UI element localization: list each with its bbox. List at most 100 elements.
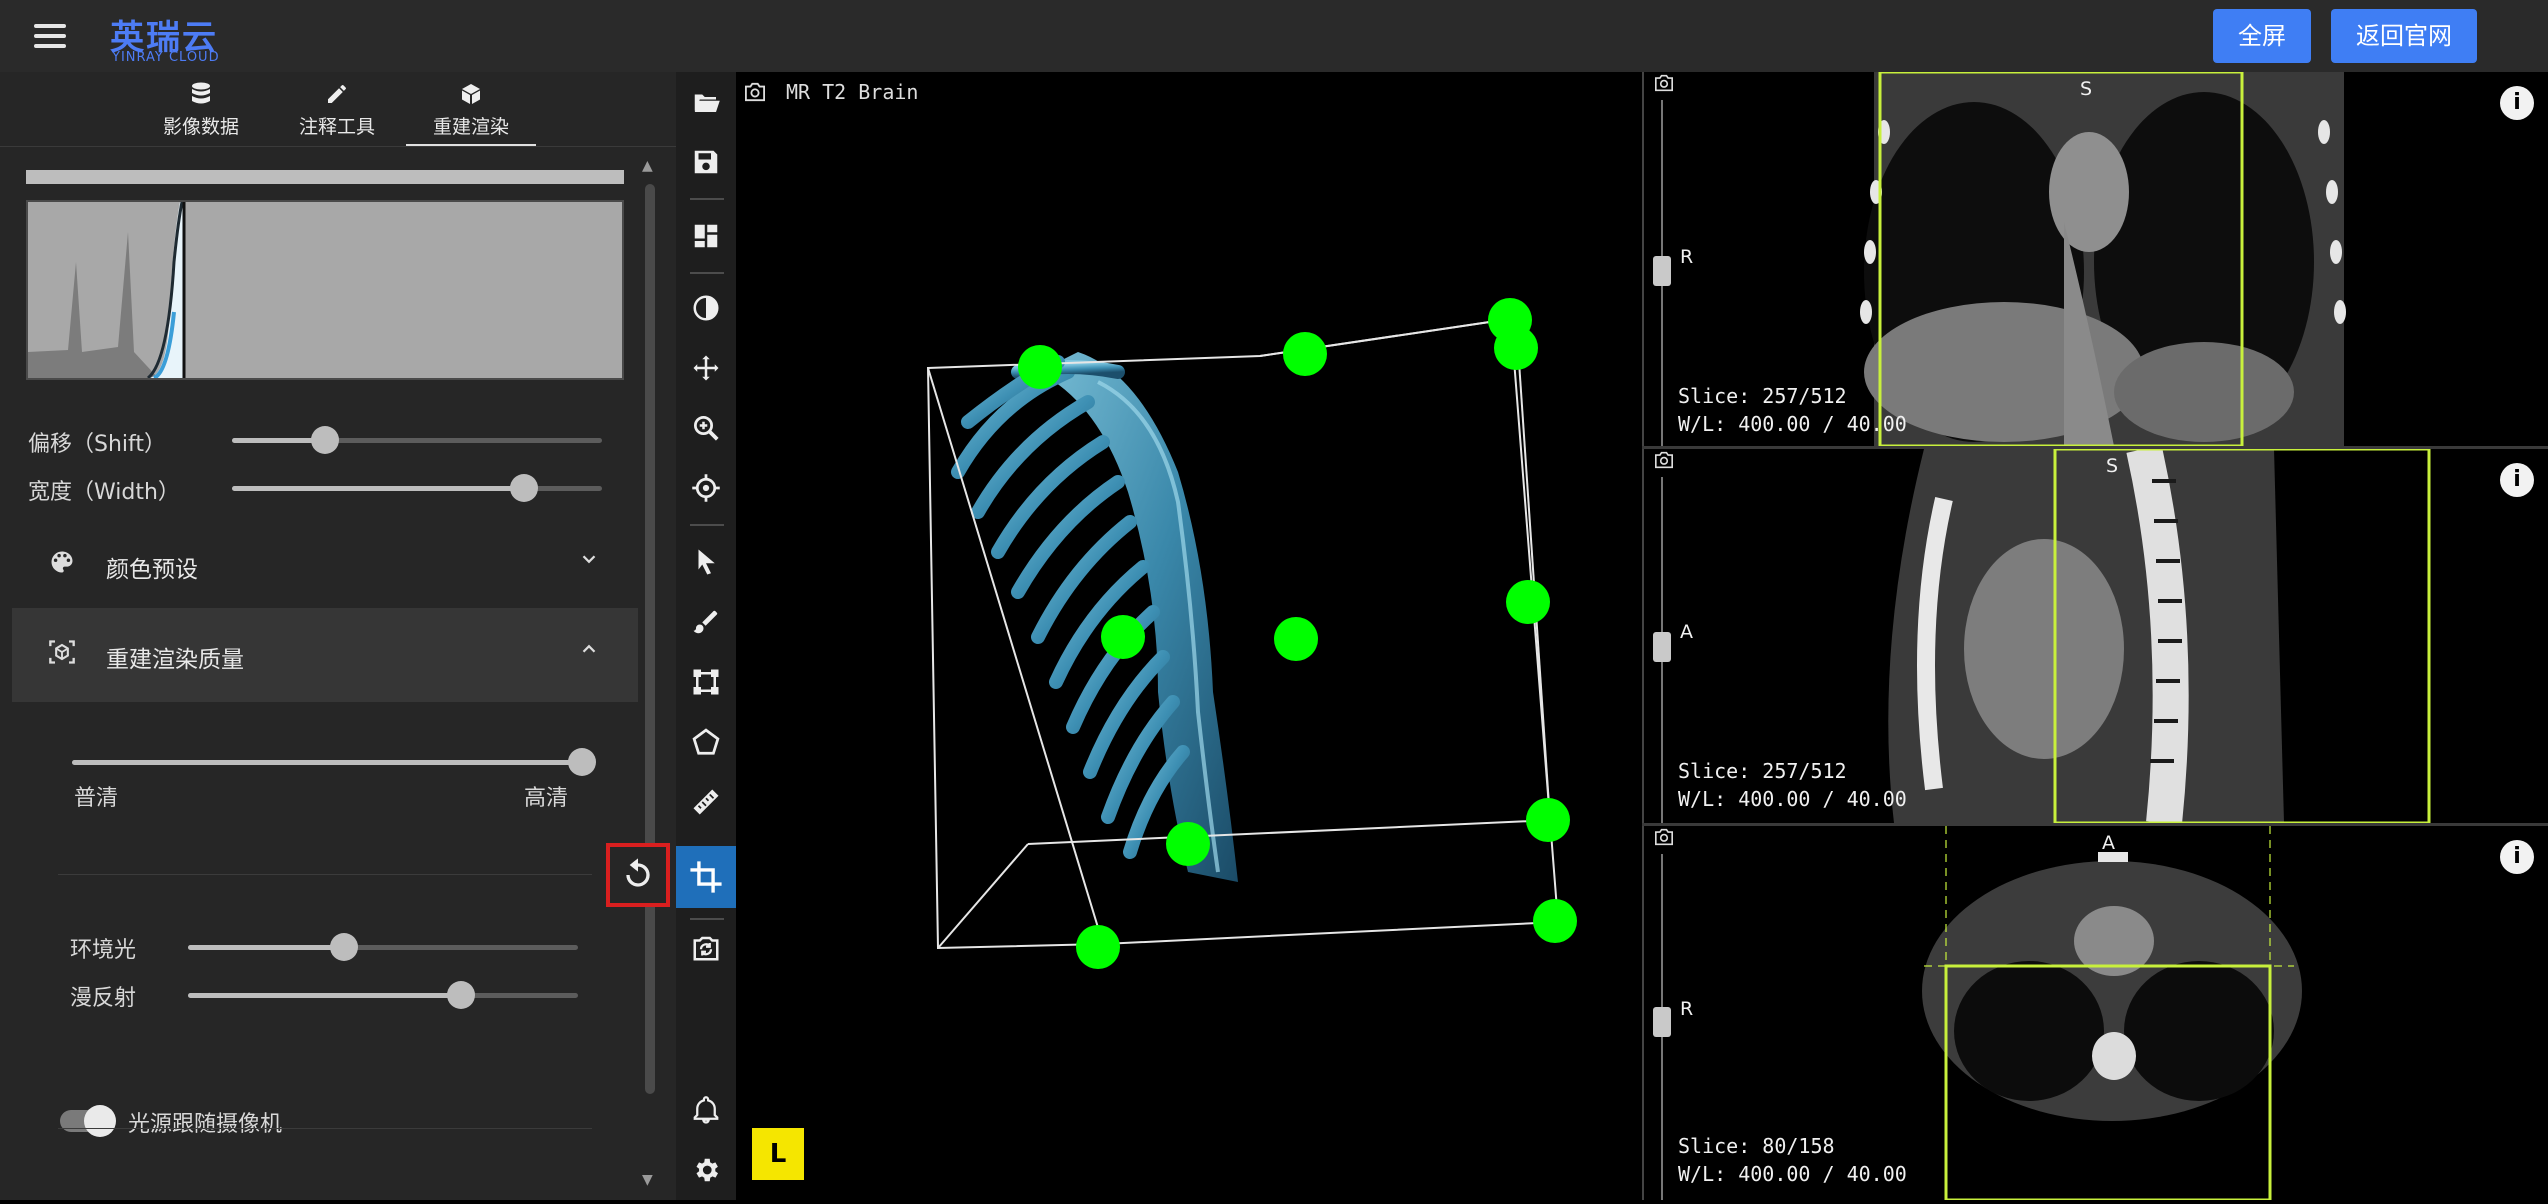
layout-icon[interactable] (676, 208, 736, 264)
bounding-box-icon[interactable] (676, 654, 736, 710)
width-slider[interactable] (232, 474, 602, 502)
reset-icon[interactable] (606, 843, 670, 907)
cube-icon (406, 82, 536, 108)
tab-annotation-tools[interactable]: 注释工具 (272, 72, 402, 144)
quality-low-label: 普清 (74, 786, 119, 811)
cube-scan-icon (48, 638, 76, 673)
width-slider-fill (232, 486, 525, 491)
fullscreen-button[interactable]: 全屏 (2213, 9, 2311, 63)
polygon-icon[interactable] (676, 714, 736, 770)
coronal-viewport[interactable]: S R i Slice: 257/512 W/L: 400.00 / 40.00 (1644, 72, 2548, 446)
divider (58, 874, 592, 875)
bell-icon[interactable] (676, 1082, 736, 1138)
ruler-icon[interactable] (676, 774, 736, 830)
shift-slider[interactable] (232, 426, 602, 454)
palette-icon (48, 548, 76, 583)
scroll-down-icon[interactable]: ▼ (642, 1172, 653, 1188)
app-header: 英瑞云 YINRAY CLOUD 全屏 返回官网 (0, 0, 2548, 72)
orientation-left: R (1680, 998, 1694, 1020)
slice-label: Slice: 257/512 (1678, 759, 1847, 783)
quality-slider-thumb[interactable] (568, 748, 596, 776)
slice-slider-thumb[interactable] (1653, 256, 1671, 286)
orientation-top: A (2102, 832, 2115, 854)
width-label: 宽度（Width） (28, 480, 180, 505)
database-icon (136, 82, 266, 108)
window-level-label: W/L: 400.00 / 40.00 (1678, 1162, 1907, 1186)
quality-slider-fill (72, 760, 582, 765)
toolbar-separator (690, 272, 724, 274)
diffuse-slider[interactable] (188, 981, 578, 1009)
move-icon[interactable] (676, 340, 736, 396)
brush-icon[interactable] (676, 594, 736, 650)
screenshot-icon[interactable] (1654, 828, 1674, 850)
chevron-down-icon (578, 548, 600, 576)
zoom-icon[interactable] (676, 400, 736, 456)
orientation-marker: L (752, 1128, 804, 1180)
light-follow-label: 光源跟随摄像机 (128, 1112, 283, 1137)
info-icon[interactable]: i (2500, 463, 2534, 497)
tab-label: 影像数据 (162, 116, 239, 138)
tab-label: 注释工具 (298, 116, 375, 138)
ambient-slider-fill (188, 945, 344, 950)
save-icon[interactable] (676, 134, 736, 190)
crop-icon[interactable] (676, 846, 736, 908)
sagittal-viewport[interactable]: S A i Slice: 257/512 W/L: 400.00 / 40.00 (1644, 449, 2548, 823)
logo-subtext: YINRAY CLOUD (112, 50, 220, 65)
slice-label: Slice: 80/158 (1678, 1134, 1835, 1158)
tab-label: 重建渲染 (432, 116, 509, 138)
menu-icon[interactable] (28, 18, 72, 54)
camera-reset-icon[interactable] (676, 920, 736, 976)
tab-reconstruction-render[interactable]: 重建渲染 (406, 72, 536, 147)
width-slider-thumb[interactable] (510, 474, 539, 502)
ambient-slider[interactable] (188, 933, 578, 961)
back-to-site-button[interactable]: 返回官网 (2331, 9, 2477, 63)
color-preset-accordion[interactable]: 颜色预设 (12, 518, 638, 612)
series-label: MR T2 Brain (786, 80, 919, 104)
volume-render-viewport[interactable] (738, 72, 1642, 1200)
window-level-label: W/L: 400.00 / 40.00 (1678, 412, 1907, 436)
ambient-label: 环境光 (70, 938, 137, 963)
window-level-label: W/L: 400.00 / 40.00 (1678, 787, 1907, 811)
folder-open-icon[interactable] (676, 74, 736, 130)
scrollbar-thumb[interactable] (645, 184, 655, 1094)
orientation-top: S (2106, 455, 2119, 477)
toolbar-separator (690, 524, 724, 526)
screenshot-icon[interactable] (1654, 451, 1674, 473)
contrast-icon[interactable] (676, 280, 736, 336)
slice-slider-thumb[interactable] (1653, 632, 1671, 662)
render-quality-title: 重建渲染质量 (106, 647, 244, 673)
gear-icon[interactable] (676, 1142, 736, 1198)
info-icon[interactable]: i (2500, 86, 2534, 120)
diffuse-slider-fill (188, 993, 461, 998)
diffuse-slider-thumb[interactable] (447, 981, 475, 1009)
toolbar-separator (690, 198, 724, 200)
screenshot-icon[interactable] (1654, 74, 1674, 96)
orientation-top: S (2080, 78, 2093, 100)
pointer-icon[interactable] (676, 534, 736, 590)
render-quality-accordion[interactable]: 重建渲染质量 (12, 608, 638, 702)
orientation-left: R (1680, 246, 1694, 268)
crosshair-icon[interactable] (676, 460, 736, 516)
scroll-up-icon[interactable]: ▲ (642, 158, 653, 174)
slice-label: Slice: 257/512 (1678, 384, 1847, 408)
histogram[interactable] (26, 200, 624, 380)
light-follow-toggle-thumb[interactable] (84, 1105, 116, 1137)
transfer-function-bar[interactable] (26, 170, 624, 184)
divider (0, 146, 676, 147)
shift-slider-thumb[interactable] (310, 426, 339, 454)
divider (58, 1128, 592, 1129)
tab-image-data[interactable]: 影像数据 (136, 72, 266, 144)
slice-slider-thumb[interactable] (1653, 1007, 1671, 1037)
axial-viewport[interactable]: A R i Slice: 80/158 W/L: 400.00 / 40.00 (1644, 826, 2548, 1200)
pencil-icon (272, 82, 402, 108)
chevron-up-icon (578, 638, 600, 666)
ambient-slider-thumb[interactable] (330, 933, 358, 961)
info-icon[interactable]: i (2500, 840, 2534, 874)
quality-slider[interactable] (72, 748, 596, 776)
screenshot-icon[interactable] (744, 82, 766, 107)
diffuse-label: 漫反射 (70, 986, 137, 1011)
quality-high-label: 高清 (524, 786, 569, 811)
left-panel: 影像数据 注释工具 重建渲染 ▲ ▼ 偏移（Shift） 宽度（Width） 颜… (0, 72, 676, 1200)
color-preset-title: 颜色预设 (106, 557, 198, 583)
shift-label: 偏移（Shift） (28, 432, 167, 457)
